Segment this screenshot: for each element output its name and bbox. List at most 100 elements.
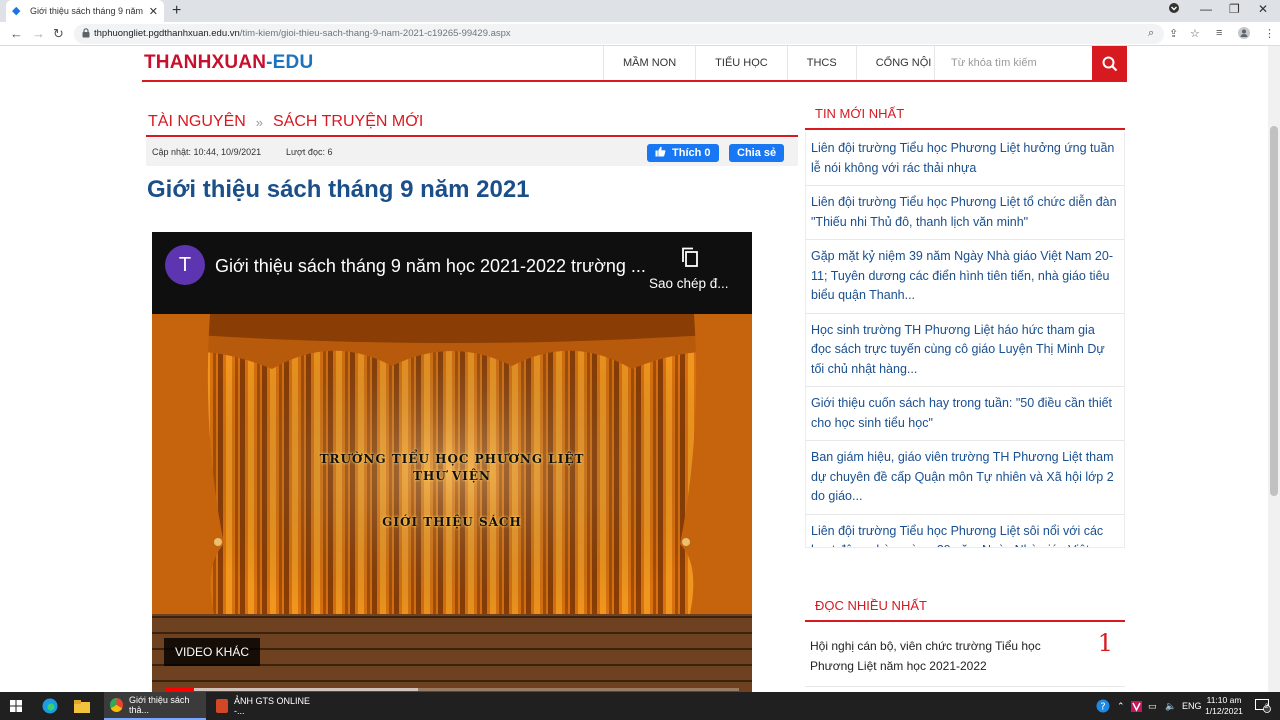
article-meta-bar: Cập nhật: 10:44, 10/9/2021 Lượt đọc: 6 T… bbox=[146, 138, 798, 166]
breadcrumb-underline bbox=[146, 135, 798, 137]
taskbar-chrome-window[interactable]: Giới thiệu sách thả... bbox=[104, 692, 206, 720]
close-tab-icon[interactable]: ✕ bbox=[149, 5, 158, 18]
new-tab-button[interactable]: + bbox=[172, 2, 181, 20]
list-item[interactable]: Liên đội trường Tiểu học Phương Liệt tổ … bbox=[806, 186, 1124, 240]
start-button[interactable] bbox=[10, 692, 22, 720]
windows-logo-icon bbox=[10, 700, 22, 712]
url-host: thphuongliet.pgdthanhxuan.edu.vn bbox=[94, 28, 240, 39]
video-header: T Giới thiệu sách tháng 9 năm học 2021-2… bbox=[152, 232, 752, 314]
zoom-icon[interactable]: ⌕ bbox=[1148, 27, 1154, 40]
address-bar[interactable]: thphuongliet.pgdthanhxuan.edu.vn/tim-kie… bbox=[74, 24, 1164, 44]
restore-window-icon[interactable]: ❐ bbox=[1229, 2, 1240, 16]
nav-item-mam-non[interactable]: MẦM NON bbox=[603, 46, 695, 80]
scrollbar-thumb[interactable] bbox=[1270, 126, 1278, 496]
browser-tabstrip: ◆ Giới thiệu sách tháng 9 năm 202 ✕ + — … bbox=[0, 0, 1280, 22]
search-input[interactable]: Từ khóa tìm kiếm bbox=[934, 46, 1092, 80]
thumbs-up-icon bbox=[655, 146, 666, 160]
breadcrumb-root[interactable]: TÀI NGUYÊN bbox=[148, 113, 246, 131]
network-icon[interactable]: ▭ bbox=[1148, 692, 1157, 720]
article-title: Giới thiệu sách tháng 9 năm 2021 bbox=[147, 176, 530, 203]
notification-icon[interactable]: 2 bbox=[1255, 692, 1271, 720]
list-item[interactable]: Học sinh trường TH Phương Liệt háo hức t… bbox=[806, 314, 1124, 387]
stage-text-intro: GIỚI THIỆU SÁCH bbox=[382, 515, 522, 529]
header-divider bbox=[142, 80, 1127, 82]
close-window-icon[interactable]: ✕ bbox=[1258, 2, 1268, 16]
popular-item[interactable]: Hội nghị cán bộ, viên chức trường Tiểu h… bbox=[805, 627, 1125, 687]
reload-icon[interactable]: ↻ bbox=[53, 26, 64, 42]
theater-curtain-image bbox=[152, 314, 752, 694]
help-icon[interactable]: ? bbox=[1096, 692, 1110, 720]
breadcrumb: TÀI NGUYÊN » SÁCH TRUYỆN MỚI bbox=[148, 113, 423, 131]
list-item[interactable]: Ban giám hiệu, giáo viên trường TH Phươn… bbox=[806, 441, 1124, 515]
video-thumbnail[interactable]: TRƯỜNG TIỂU HỌC PHƯƠNG LIỆT THƯ VIỆN GIỚ… bbox=[152, 314, 752, 694]
powerpoint-icon bbox=[216, 699, 228, 713]
chrome-icon bbox=[110, 698, 123, 712]
search-button[interactable] bbox=[1092, 46, 1127, 82]
browser-menu-icon[interactable]: ⋮ bbox=[1264, 27, 1275, 40]
nav-item-tieu-hoc[interactable]: TIỂU HỌC bbox=[695, 46, 787, 80]
video-progress-bar[interactable] bbox=[165, 688, 739, 691]
clock-date: 1/12/2021 bbox=[1205, 706, 1243, 716]
progress-played bbox=[165, 688, 194, 691]
lock-icon bbox=[82, 28, 90, 40]
like-label: Thích 0 bbox=[672, 147, 711, 159]
file-explorer-icon[interactable] bbox=[74, 692, 90, 720]
progress-buffered bbox=[193, 688, 418, 691]
taskbar-ppt-label: ẢNH GTS ONLINE -... bbox=[233, 696, 310, 716]
forward-arrow-icon[interactable]: → bbox=[32, 26, 45, 41]
facebook-share-button[interactable]: Chia sẻ bbox=[729, 144, 785, 162]
more-videos-button[interactable]: VIDEO KHÁC bbox=[164, 638, 261, 666]
browser-toolbar: ← → ↻ thphuongliet.pgdthanhxuan.edu.vn/t… bbox=[0, 22, 1280, 46]
share-icon[interactable]: ⇪ bbox=[1169, 27, 1178, 40]
list-item[interactable]: Liên đội trường Tiểu học Phương Liệt sôi… bbox=[806, 515, 1124, 548]
profile-avatar-icon[interactable] bbox=[1238, 27, 1250, 42]
chevron-up-icon[interactable]: ⌃ bbox=[1117, 692, 1125, 720]
latest-news-panel: TIN MỚI NHẤT bbox=[805, 96, 1125, 130]
logo-part-a: THANHXUAN bbox=[144, 52, 267, 73]
volume-icon[interactable]: 🔈 bbox=[1165, 692, 1176, 720]
popular-news-heading: ĐỌC NHIỀU NHẤT bbox=[805, 588, 1125, 622]
url-path: /tim-kiem/gioi-thieu-sach-thang-9-nam-20… bbox=[239, 28, 511, 39]
latest-news-heading: TIN MỚI NHẤT bbox=[805, 96, 1125, 130]
youtube-video-player[interactable]: T Giới thiệu sách tháng 9 năm học 2021-2… bbox=[152, 232, 752, 694]
list-item[interactable]: Gặp mặt kỷ niệm 39 năm Ngày Nhà giáo Việ… bbox=[806, 240, 1124, 314]
copy-link-label[interactable]: Sao chép đ... bbox=[649, 276, 729, 291]
copy-link-icon[interactable] bbox=[679, 246, 701, 268]
search-icon bbox=[1102, 56, 1117, 72]
logo-part-b: -EDU bbox=[266, 52, 314, 73]
tab-title: Giới thiệu sách tháng 9 năm 202 bbox=[30, 6, 145, 16]
list-item[interactable]: Giới thiệu cuốn sách hay trong tuần: "50… bbox=[806, 387, 1124, 441]
updated-time: Cập nhật: 10:44, 10/9/2021 bbox=[152, 147, 262, 157]
latest-news-list: Liên đội trường Tiểu học Phương Liệt hưở… bbox=[805, 132, 1125, 548]
minimize-window-icon[interactable]: — bbox=[1200, 2, 1212, 16]
taskbar-powerpoint-window[interactable]: ẢNH GTS ONLINE -... bbox=[210, 692, 310, 720]
main-nav: MẦM NON TIỂU HỌC THCS CỔNG NỘI BỘ bbox=[603, 46, 969, 80]
stage-text-school: TRƯỜNG TIỂU HỌC PHƯƠNG LIỆT bbox=[319, 452, 585, 466]
svg-text:?: ? bbox=[1100, 702, 1105, 713]
system-clock[interactable]: 11:10 am 1/12/2021 bbox=[1199, 695, 1249, 717]
app-tray-icon[interactable] bbox=[1131, 692, 1142, 720]
view-count: Lượt đọc: 6 bbox=[286, 147, 333, 157]
popular-item-text[interactable]: Hội nghị cán bộ, viên chức trường Tiểu h… bbox=[810, 636, 1050, 676]
address-url: thphuongliet.pgdthanhxuan.edu.vn/tim-kie… bbox=[94, 28, 511, 39]
browser-tab-active[interactable]: ◆ Giới thiệu sách tháng 9 năm 202 ✕ bbox=[6, 0, 164, 22]
page-scrollbar[interactable] bbox=[1268, 46, 1280, 692]
video-title[interactable]: Giới thiệu sách tháng 9 năm học 2021-202… bbox=[215, 256, 646, 277]
back-arrow-icon[interactable]: ← bbox=[10, 26, 23, 41]
list-item[interactable]: Liên đội trường Tiểu học Phương Liệt hưở… bbox=[806, 132, 1124, 186]
edge-taskbar-icon[interactable] bbox=[42, 692, 58, 720]
profile-menu-icon[interactable] bbox=[1168, 2, 1180, 17]
clock-time: 11:10 am bbox=[1206, 695, 1242, 705]
channel-avatar[interactable]: T bbox=[165, 245, 205, 285]
reading-list-icon[interactable]: ≡ bbox=[1216, 27, 1222, 39]
bookmark-star-icon[interactable]: ☆ bbox=[1190, 27, 1200, 40]
notification-count: 2 bbox=[1265, 704, 1269, 710]
facebook-like-button[interactable]: Thích 0 bbox=[647, 144, 719, 162]
breadcrumb-separator: » bbox=[255, 114, 264, 130]
nav-item-thcs[interactable]: THCS bbox=[786, 46, 856, 80]
taskbar-chrome-label: Giới thiệu sách thả... bbox=[129, 695, 190, 715]
popular-item-rank: 1 bbox=[1097, 629, 1113, 657]
breadcrumb-current[interactable]: SÁCH TRUYỆN MỚI bbox=[273, 113, 423, 131]
site-logo[interactable]: THANHXUAN-EDU bbox=[144, 52, 313, 74]
site-favicon-icon: ◆ bbox=[12, 5, 21, 17]
